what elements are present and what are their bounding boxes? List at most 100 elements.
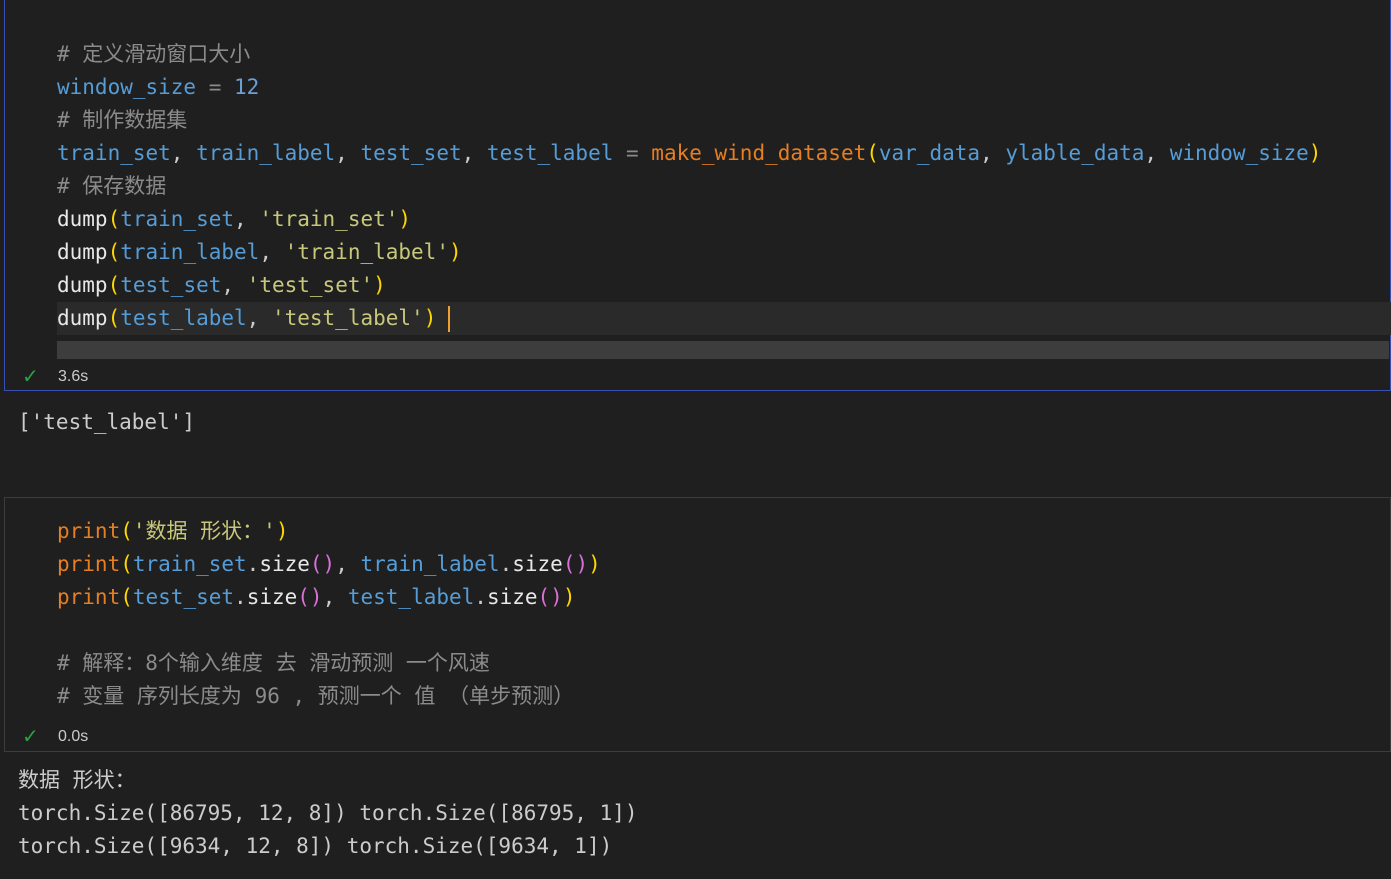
code-token: ) <box>448 240 462 264</box>
code-token: () <box>562 552 589 576</box>
code-token: () <box>309 552 336 576</box>
code-token: = <box>613 141 652 165</box>
code-token: window_size <box>57 75 197 99</box>
code-token: var_data <box>878 141 981 165</box>
code-token: train_set <box>132 552 247 576</box>
code-token: # 制作数据集 <box>57 108 188 132</box>
code-token: test_set <box>120 273 222 297</box>
text-cursor <box>448 306 451 332</box>
code-token: ) <box>1308 141 1322 165</box>
code-token: dump <box>57 306 108 330</box>
code-token: size <box>246 585 298 609</box>
code-token: . <box>499 552 513 576</box>
code-token: , <box>246 306 272 330</box>
output-line: ['test_label'] <box>18 410 196 434</box>
code-token: , <box>980 141 1006 165</box>
code-token: ylable_data <box>1005 141 1145 165</box>
cell-output-2: 数据 形状： torch.Size([86795, 12, 8]) torch.S… <box>18 764 638 863</box>
code-token: ) <box>373 273 386 297</box>
code-line[interactable]: print(train_set.size(), train_label.size… <box>57 548 1391 581</box>
code-token: = <box>196 75 235 99</box>
code-token: test_label <box>347 585 475 609</box>
code-token: '数据 形状：' <box>132 519 276 543</box>
code-token: ( <box>107 207 121 231</box>
code-token: 'train_set' <box>259 207 399 231</box>
code-token: ) <box>275 519 289 543</box>
code-editor-1[interactable]: # 定义滑动窗口大小 window_size = 12 # 制作数据集 train_s… <box>57 38 1391 335</box>
success-check-icon: ✓ <box>22 726 39 748</box>
code-token: ) <box>588 552 601 576</box>
code-token: 12 <box>234 75 260 99</box>
code-token: , <box>322 585 348 609</box>
code-token: test_set <box>132 585 235 609</box>
code-token: ( <box>107 273 121 297</box>
code-token: # 解释：8个输入维度 去 滑动预测 一个风速 <box>57 651 490 675</box>
code-token: print <box>57 585 121 609</box>
code-token: () <box>537 585 563 609</box>
code-line[interactable]: dump(train_set, 'train_set') <box>57 203 1391 236</box>
code-token: , <box>234 207 260 231</box>
code-token: ) <box>423 306 437 330</box>
code-token: ( <box>120 585 133 609</box>
code-token: # 变量 序列长度为 96 , 预测一个 值 （单步预测） <box>57 684 575 708</box>
code-line[interactable]: dump(test_set, 'test_set') <box>57 269 1391 302</box>
code-line[interactable]: # 定义滑动窗口大小 <box>57 38 1391 71</box>
output-line: torch.Size([86795, 12, 8]) torch.Size([8… <box>18 801 638 825</box>
code-token: print <box>57 552 121 576</box>
code-token: # 定义滑动窗口大小 <box>57 42 251 66</box>
cell-output-1: ['test_label'] <box>18 406 195 439</box>
code-token: ( <box>866 141 879 165</box>
code-token: () <box>297 585 323 609</box>
code-line[interactable]: window_size = 12 <box>57 71 1391 104</box>
code-token: make_wind_dataset <box>651 141 867 165</box>
output-line: torch.Size([9634, 12, 8]) torch.Size([96… <box>18 834 613 858</box>
code-line[interactable]: train_set, train_label, test_set, test_l… <box>57 137 1391 170</box>
code-token: ) <box>398 207 412 231</box>
code-token: ) <box>562 585 576 609</box>
code-token: dump <box>57 207 108 231</box>
code-token: test_set <box>360 141 462 165</box>
code-line[interactable]: print(test_set.size(), test_label.size()… <box>57 581 1391 614</box>
code-token: size <box>512 552 563 576</box>
code-line[interactable]: dump(test_label, 'test_label') <box>57 302 1391 335</box>
code-token: , <box>461 141 487 165</box>
code-token: 'train_label' <box>284 240 449 264</box>
code-token: test_label <box>486 141 614 165</box>
code-editor-2[interactable]: print('数据 形状：') print(train_set.size(), t… <box>57 515 1391 713</box>
code-token: . <box>246 552 260 576</box>
code-token: # 保存数据 <box>57 174 167 198</box>
code-token: . <box>474 585 487 609</box>
code-token: . <box>234 585 247 609</box>
code-line[interactable]: # 变量 序列长度为 96 , 预测一个 值 （单步预测） <box>57 680 1391 713</box>
code-token: , <box>335 552 361 576</box>
code-token: train_label <box>120 240 260 264</box>
code-token: ( <box>120 552 133 576</box>
code-token: dump <box>57 240 108 264</box>
code-token: ( <box>107 306 121 330</box>
code-token: train_set <box>120 207 235 231</box>
code-line[interactable]: dump(train_label, 'train_label') <box>57 236 1391 269</box>
code-line[interactable]: print('数据 形状：') <box>57 515 1391 548</box>
code-token: test_label <box>120 306 247 330</box>
code-line[interactable]: # 解释：8个输入维度 去 滑动预测 一个风速 <box>57 647 1391 680</box>
code-token: size <box>259 552 310 576</box>
code-token: train_label <box>360 552 500 576</box>
code-line[interactable]: # 保存数据 <box>57 170 1391 203</box>
exec-status-2: ✓ 0.0s <box>22 724 88 749</box>
code-token: , <box>1144 141 1170 165</box>
code-token: 'test_set' <box>246 273 374 297</box>
code-line[interactable] <box>57 614 1391 647</box>
code-line[interactable]: # 制作数据集 <box>57 104 1391 137</box>
code-token: ( <box>107 240 121 264</box>
code-token: 'test_label' <box>271 306 424 330</box>
success-check-icon: ✓ <box>22 366 39 388</box>
output-line: 数据 形状： <box>18 768 136 792</box>
exec-time-2: 0.0s <box>58 727 89 745</box>
code-token: size <box>486 585 538 609</box>
code-token: ( <box>120 519 133 543</box>
code-token: window_size <box>1169 141 1309 165</box>
exec-status-1: ✓ 3.6s <box>22 364 88 389</box>
code-token: , <box>221 273 247 297</box>
horizontal-scrollbar[interactable] <box>57 341 1389 359</box>
code-token: , <box>170 141 197 165</box>
